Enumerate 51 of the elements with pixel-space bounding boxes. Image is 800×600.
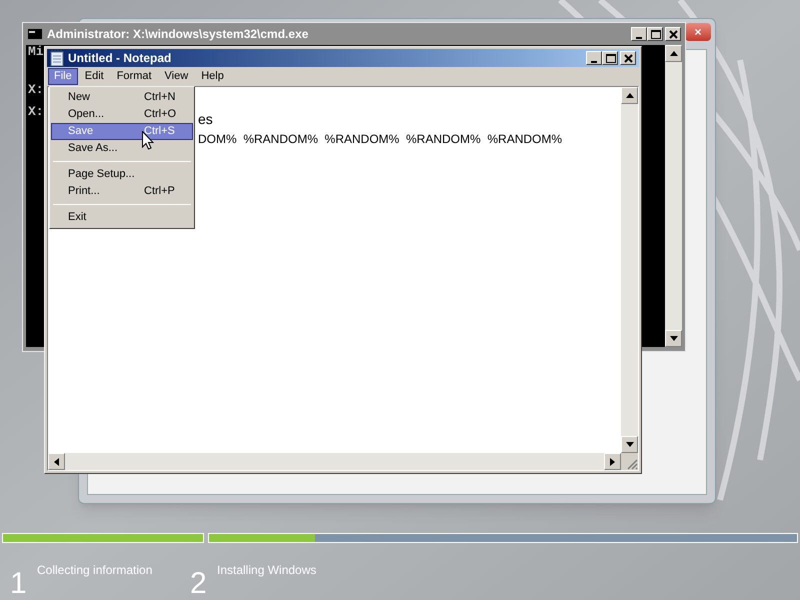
vertical-scrollbar[interactable]	[665, 45, 682, 347]
window-title: Untitled - Notepad	[68, 50, 172, 67]
document-text: DOM% %RANDOM% %RANDOM% %RANDOM% %RANDOM%	[198, 133, 564, 146]
menu-entry[interactable]: Exit	[51, 209, 193, 226]
close-button[interactable]	[665, 27, 681, 41]
maximize-icon	[603, 52, 617, 64]
step-number: 2	[190, 569, 208, 599]
scroll-up-button[interactable]	[665, 45, 682, 62]
vertical-scrollbar[interactable]	[621, 87, 638, 453]
left-arrow-icon	[54, 458, 59, 466]
menu-entry[interactable]: Open... Ctrl+O	[51, 106, 193, 123]
menu-entry[interactable]: New Ctrl+N	[51, 89, 193, 106]
minimize-button[interactable]	[586, 51, 602, 65]
horizontal-scrollbar[interactable]	[48, 453, 621, 470]
menu-item[interactable]: Format	[110, 68, 158, 85]
scroll-up-button[interactable]	[621, 87, 638, 104]
menu-entry[interactable]: Save As...	[51, 140, 193, 157]
console-icon	[27, 28, 43, 40]
scroll-down-button[interactable]	[621, 436, 638, 453]
menu-entry[interactable]: Page Setup...	[51, 166, 193, 183]
up-arrow-icon	[670, 51, 678, 56]
maximize-button[interactable]	[602, 51, 618, 65]
close-button[interactable]	[620, 51, 636, 65]
menu-item[interactable]: Edit	[78, 68, 110, 85]
menu-entry[interactable]: Save Ctrl+S	[51, 123, 193, 140]
down-arrow-icon	[626, 442, 634, 447]
step-number: 1	[10, 569, 28, 599]
menu-item[interactable]: File	[48, 68, 78, 85]
menu-item[interactable]: Help	[195, 68, 230, 85]
scroll-right-button[interactable]	[604, 453, 621, 470]
up-arrow-icon	[626, 93, 634, 98]
down-arrow-icon	[670, 336, 678, 341]
notepad-icon	[50, 50, 64, 66]
minimize-icon	[591, 60, 597, 62]
close-button[interactable]: ×	[685, 23, 711, 41]
minimize-button[interactable]	[631, 27, 647, 41]
maximize-icon	[648, 28, 662, 40]
step-label: Installing Windows	[217, 562, 316, 579]
step-label: Collecting information	[37, 562, 152, 579]
maximize-button[interactable]	[647, 27, 663, 41]
minimize-icon	[636, 36, 642, 38]
window-title: Administrator: X:\windows\system32\cmd.exe	[47, 26, 310, 43]
scroll-left-button[interactable]	[48, 453, 65, 470]
right-arrow-icon	[610, 458, 615, 466]
console-text: X:	[28, 84, 44, 95]
menu-item[interactable]: View	[158, 68, 194, 85]
console-text: Mi	[28, 46, 44, 57]
console-text: X:	[28, 106, 44, 117]
menu-entry[interactable]: Print... Ctrl+P	[51, 183, 193, 200]
scroll-down-button[interactable]	[665, 330, 682, 347]
document-text: es	[198, 113, 214, 126]
